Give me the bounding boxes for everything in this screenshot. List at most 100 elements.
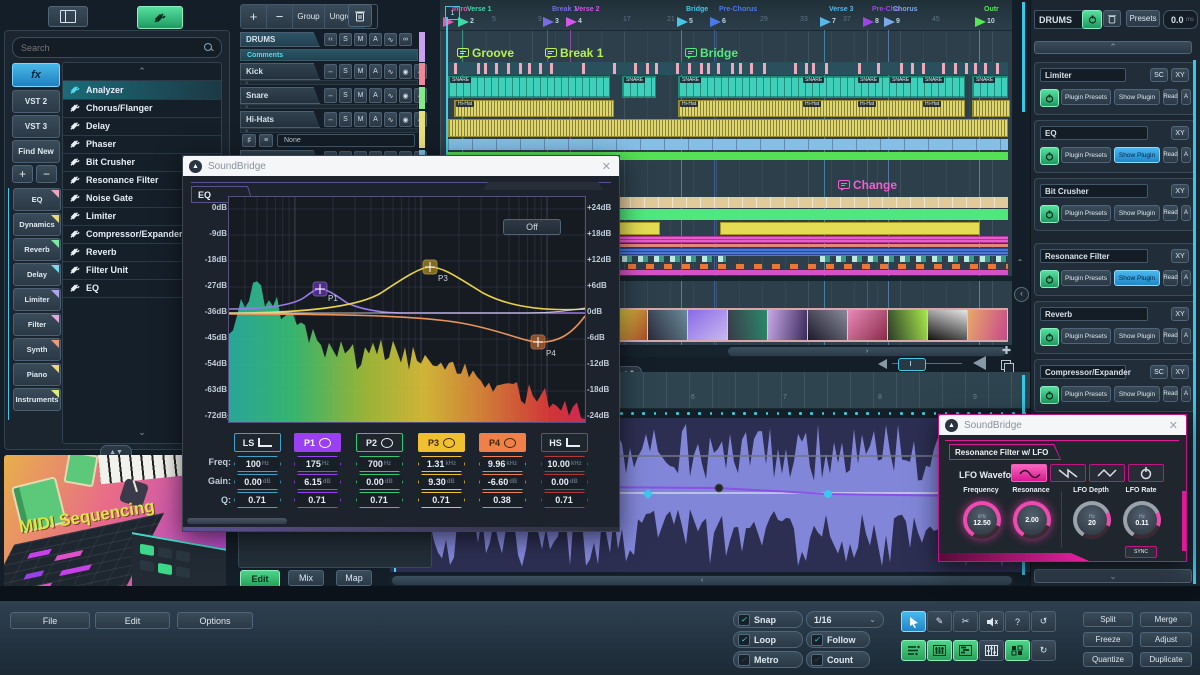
fx-show-plugin-button[interactable]: Show Plugin bbox=[1114, 328, 1160, 344]
resize-icon[interactable]: ↔ bbox=[324, 88, 337, 103]
eq-band-freq-field[interactable]: 9.96kHz bbox=[479, 456, 526, 472]
clip-blocks[interactable] bbox=[606, 256, 726, 262]
fx-name-field[interactable]: Resonance Filter bbox=[1040, 249, 1148, 263]
knob-resonance[interactable]: 2.00 bbox=[1013, 501, 1051, 539]
scroll-up-arrow[interactable]: ⌃ bbox=[1013, 258, 1027, 268]
timeline-ruler[interactable] bbox=[440, 0, 1012, 31]
sidebar-category-instruments[interactable]: Instruments bbox=[13, 388, 61, 411]
fx-name-field[interactable]: EQ bbox=[1040, 126, 1148, 140]
region-label-groove[interactable]: Groove bbox=[457, 46, 514, 60]
plugin-item-delay[interactable]: Delay bbox=[63, 117, 221, 136]
region-label-change[interactable]: Change bbox=[838, 178, 897, 192]
fx-name-field[interactable]: Compressor/Expander bbox=[1040, 365, 1126, 379]
record-arm-button[interactable]: ◉ bbox=[399, 88, 412, 103]
layout-view-button[interactable] bbox=[48, 6, 88, 27]
eq-point-p1[interactable]: P1 bbox=[313, 282, 338, 303]
clip-bar[interactable] bbox=[448, 139, 1008, 150]
eq-band-button-ls[interactable]: LS bbox=[234, 433, 281, 452]
toggle-loop[interactable]: ✓Loop bbox=[733, 631, 803, 648]
curve-icon[interactable]: ∿ bbox=[384, 64, 397, 79]
pencil-button[interactable]: ✎ bbox=[927, 611, 952, 632]
clip-hihat[interactable] bbox=[454, 100, 614, 117]
menu-edit[interactable]: Edit bbox=[95, 612, 170, 629]
add-track-button[interactable]: + bbox=[241, 5, 267, 28]
remove-plugin-button[interactable]: − bbox=[36, 165, 57, 183]
undo-button[interactable]: ↺ bbox=[1031, 611, 1056, 632]
sidebar-category-delay[interactable]: Delay bbox=[13, 263, 61, 286]
fx-automation-button[interactable]: A bbox=[1181, 147, 1191, 163]
record-arm-button[interactable]: ◉ bbox=[399, 64, 412, 79]
solo-button[interactable]: S bbox=[339, 64, 352, 79]
automation-button[interactable]: A bbox=[369, 33, 382, 46]
eq-band-q-field[interactable]: 0.71 bbox=[418, 492, 465, 508]
automation-button[interactable]: A bbox=[369, 112, 382, 127]
grid-size-dropdown[interactable]: 1/16⌄ bbox=[806, 611, 884, 628]
curve-icon[interactable]: ∿ bbox=[384, 33, 397, 46]
eq-band-q-field[interactable]: 0.71 bbox=[356, 492, 403, 508]
plugin-item-chorus-flanger[interactable]: Chorus/Flanger bbox=[63, 99, 221, 118]
close-icon[interactable]: ✕ bbox=[602, 160, 611, 173]
track-row-hi-hats[interactable]: Hi-Hats↔SMA∿◉◀ bbox=[240, 111, 418, 128]
eq-band-freq-field[interactable]: 10.00kHz bbox=[541, 456, 588, 472]
eq-band-freq-field[interactable]: 700Hz bbox=[356, 456, 403, 472]
fx-plugin-presets-button[interactable]: Plugin Presets bbox=[1061, 147, 1111, 163]
pattern-editor-button[interactable] bbox=[1005, 640, 1030, 661]
knob-lfo-rate[interactable]: Hz0.11 bbox=[1123, 501, 1161, 539]
fx-read-button[interactable]: Read bbox=[1163, 89, 1178, 105]
sidebar-category-limiter[interactable]: Limiter bbox=[13, 288, 61, 311]
clip-blocks[interactable] bbox=[820, 256, 1008, 262]
eq-dialog-titlebar[interactable]: ▲ SoundBridge ✕ bbox=[183, 156, 619, 176]
eq-band-freq-field[interactable]: 175Hz bbox=[294, 456, 341, 472]
track-row-drums[interactable]: DRUMS‹‹SMA∿∞ bbox=[240, 32, 418, 47]
eq-band-gain-field[interactable]: -6.60dB bbox=[479, 474, 526, 490]
action-quantize-button[interactable]: Quantize bbox=[1083, 652, 1133, 667]
eq-band-q-field[interactable]: 0.71 bbox=[294, 492, 341, 508]
latency-field[interactable]: 0.0 ms bbox=[1163, 10, 1198, 29]
fx-power-button[interactable] bbox=[1040, 205, 1059, 223]
fx-xy-button[interactable]: XY bbox=[1171, 307, 1189, 321]
plugin-view-button[interactable] bbox=[137, 6, 183, 29]
add-plugin-button[interactable]: + bbox=[12, 165, 33, 183]
lfo-sync-button[interactable]: SYNC bbox=[1125, 546, 1157, 558]
fx-power-button[interactable] bbox=[1040, 386, 1059, 404]
knob-frequency[interactable]: kHz12.50 bbox=[963, 501, 1001, 539]
toggle-snap[interactable]: ✓Snap bbox=[733, 611, 803, 628]
channel-delete-button[interactable] bbox=[1103, 10, 1121, 27]
eq-band-button-p2[interactable]: P2 bbox=[356, 433, 403, 452]
eq-band-button-p4[interactable]: P4 bbox=[479, 433, 526, 452]
fx-show-plugin-button[interactable]: Show Plugin bbox=[1114, 147, 1160, 163]
fx-automation-button[interactable]: A bbox=[1181, 205, 1191, 221]
sidebar-category-reverb[interactable]: Reverb bbox=[13, 238, 61, 261]
fx-plugin-presets-button[interactable]: Plugin Presets bbox=[1061, 328, 1111, 344]
cursor-button[interactable] bbox=[901, 611, 926, 632]
curve-icon[interactable]: ∿ bbox=[384, 88, 397, 103]
fx-xy-button[interactable]: XY bbox=[1171, 365, 1189, 379]
fx-vscroll-indicator[interactable] bbox=[1193, 60, 1196, 584]
wave-hscroll-thumb[interactable]: ‹ bbox=[392, 576, 1012, 585]
fx-show-plugin-button[interactable]: Show Plugin bbox=[1114, 270, 1160, 286]
eq-band-freq-field[interactable]: 100Hz bbox=[234, 456, 281, 472]
track-name[interactable]: Hi-Hats bbox=[240, 111, 320, 128]
fx-sc-button[interactable]: SC bbox=[1150, 365, 1168, 379]
fx-power-button[interactable] bbox=[1040, 328, 1059, 346]
fx-read-button[interactable]: Read bbox=[1163, 147, 1178, 163]
zoom-out-arrow[interactable] bbox=[878, 359, 887, 369]
fx-read-button[interactable]: Read bbox=[1163, 328, 1178, 344]
region-label-break 1[interactable]: Break 1 bbox=[545, 46, 603, 60]
clip-snare[interactable] bbox=[448, 76, 610, 98]
region-label-bridge[interactable]: Bridge bbox=[685, 46, 738, 60]
action-freeze-button[interactable]: Freeze bbox=[1083, 632, 1133, 647]
remove-track-button[interactable]: − bbox=[267, 5, 293, 28]
clip-hihat[interactable] bbox=[448, 119, 1008, 137]
lfo-waveform-saw-button[interactable] bbox=[1050, 464, 1086, 482]
mute-button[interactable]: M bbox=[354, 33, 367, 46]
panel-collapse-arrow[interactable]: ‹ bbox=[1014, 287, 1029, 302]
eq-bottom-scrollbar[interactable] bbox=[187, 518, 287, 524]
fx-read-button[interactable]: Read bbox=[1163, 386, 1178, 402]
lfo-waveform-power-button[interactable] bbox=[1128, 464, 1164, 482]
solo-button[interactable]: S bbox=[339, 88, 352, 103]
eq-band-q-field[interactable]: 0.71 bbox=[234, 492, 281, 508]
fx-automation-button[interactable]: A bbox=[1181, 270, 1191, 286]
fx-sc-button[interactable]: SC bbox=[1150, 68, 1168, 82]
record-arm-button[interactable]: ◉ bbox=[399, 112, 412, 127]
